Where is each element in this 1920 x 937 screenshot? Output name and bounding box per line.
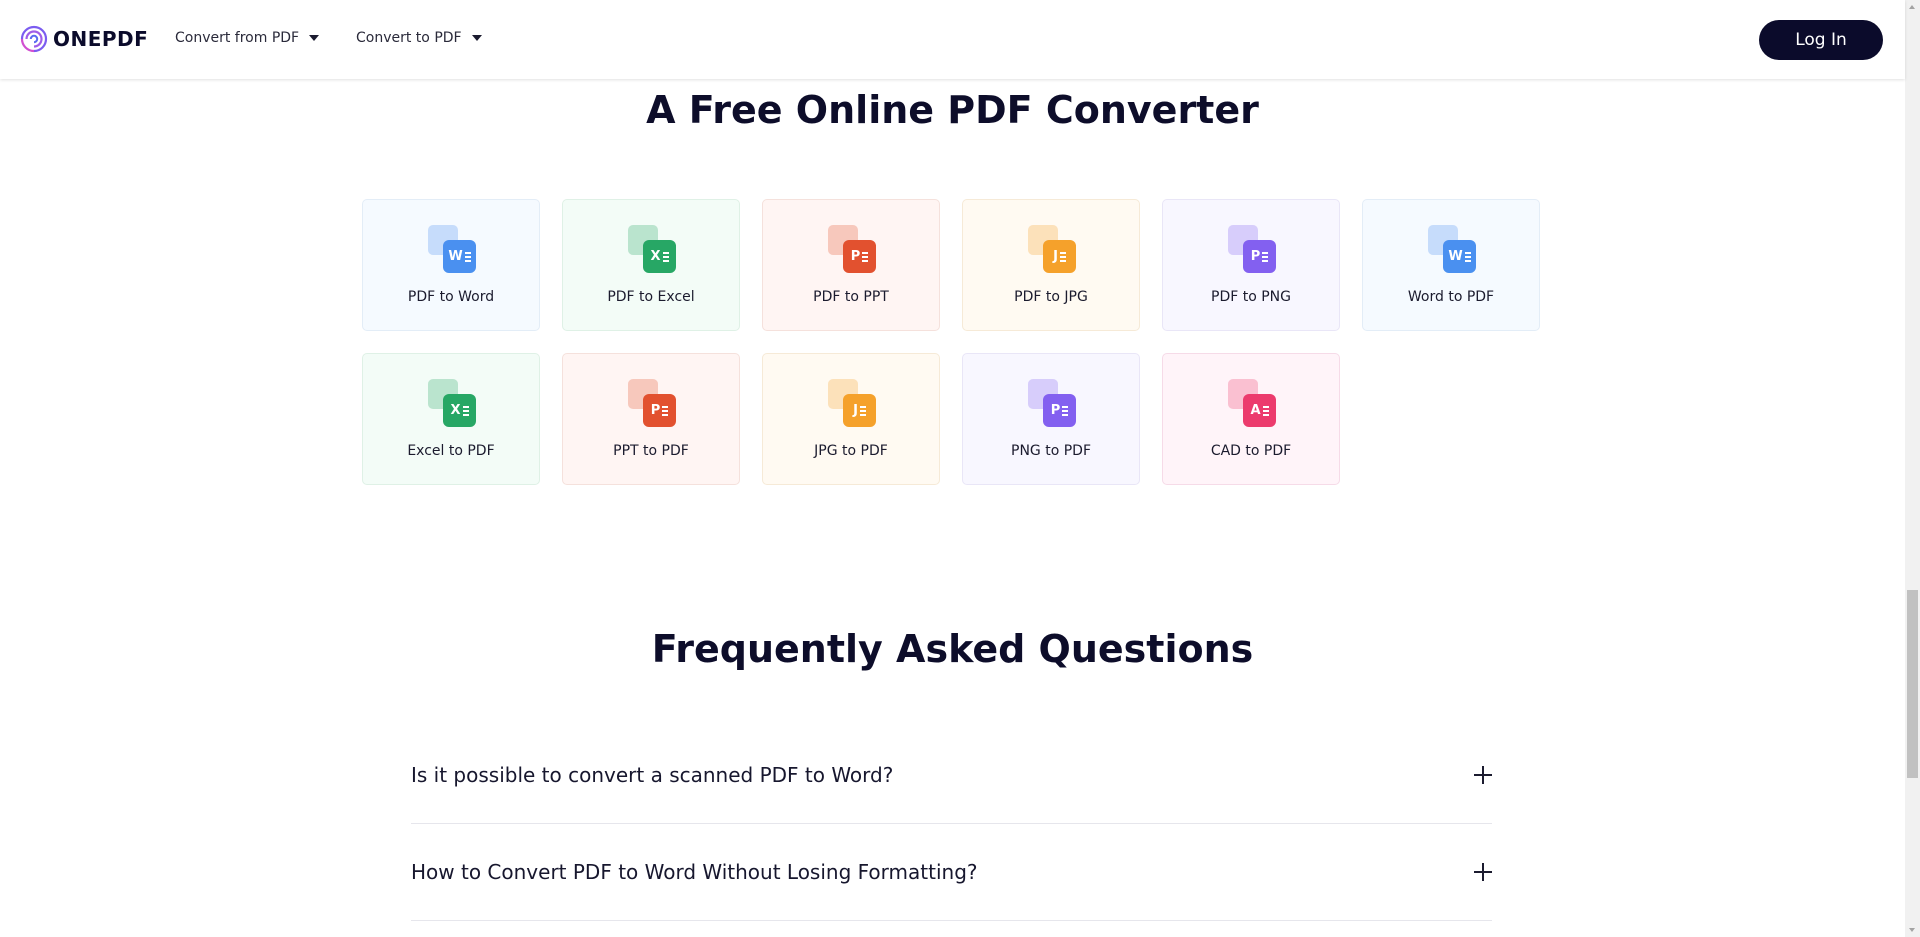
icon-front-sheet: X [643,240,676,273]
tool-card[interactable]: J PDF to JPG [962,199,1140,331]
icon-badge-letter: P [650,403,661,418]
pdf-to-jpg-icon: J [1028,225,1076,273]
onepdf-logo-icon [20,25,48,53]
icon-lines [1059,250,1066,264]
ppt-to-pdf-icon: P [628,379,676,427]
pdf-to-png-icon: P [1228,225,1276,273]
brand-name: ONEPDF [53,27,149,51]
faq-title: Frequently Asked Questions [651,627,1254,671]
nav-convert-to-pdf[interactable]: Convert to PDF [356,30,482,46]
tool-card[interactable]: X PDF to Excel [562,199,740,331]
icon-front-sheet: W [443,240,476,273]
tool-card-label: Excel to PDF [407,443,495,459]
icon-front-sheet: X [443,394,476,427]
icon-badge-letter: X [450,403,461,418]
expand-plus-icon[interactable] [1474,863,1492,881]
logo[interactable]: ONEPDF [20,25,148,53]
tool-card-label: PPT to PDF [613,443,689,459]
icon-front-sheet: J [843,394,876,427]
scroll-down-arrow-icon[interactable] [1909,928,1915,932]
caret-down-icon [309,35,320,41]
icon-badge-letter: P [1050,403,1061,418]
tool-card-label: PNG to PDF [1011,443,1091,459]
pdf-to-ppt-icon: P [828,225,876,273]
cad-to-pdf-icon: A [1228,379,1276,427]
icon-front-sheet: W [1443,240,1476,273]
icon-badge-letter: X [650,249,661,264]
word-to-pdf-icon: W [1428,225,1476,273]
icon-lines [859,404,866,418]
png-to-pdf-icon: P [1028,379,1076,427]
tool-card-label: PDF to Excel [607,289,695,305]
scroll-thumb[interactable] [1907,590,1918,778]
icon-badge-letter: A [1250,403,1261,418]
excel-to-pdf-icon: X [428,379,476,427]
tool-card[interactable]: J JPG to PDF [762,353,940,485]
icon-lines [662,404,669,418]
icon-lines [464,250,471,264]
nav-label: Convert from PDF [175,30,300,46]
icon-badge-letter: J [1053,249,1058,264]
icon-badge-letter: J [853,403,858,418]
tool-card-label: PDF to JPG [1014,289,1088,305]
tool-card[interactable]: W PDF to Word [362,199,540,331]
tool-card[interactable]: P PDF to PPT [762,199,940,331]
icon-front-sheet: P [643,394,676,427]
login-button[interactable]: Log In [1759,20,1883,60]
pdf-to-word-icon: W [428,225,476,273]
icon-front-sheet: J [1043,240,1076,273]
icon-front-sheet: P [1243,240,1276,273]
vertical-scrollbar[interactable] [1905,0,1920,937]
converter-title: A Free Online PDF Converter [646,88,1259,132]
tool-card-label: CAD to PDF [1210,443,1292,459]
tool-card[interactable]: X Excel to PDF [362,353,540,485]
icon-front-sheet: P [1043,394,1076,427]
tool-card[interactable]: P PDF to PNG [1162,199,1340,331]
icon-front-sheet: A [1243,394,1276,427]
icon-badge-letter: W [448,249,463,264]
nav-label: Convert to PDF [356,30,462,46]
tool-card-label: Word to PDF [1407,289,1495,305]
tool-card[interactable]: P PPT to PDF [562,353,740,485]
icon-lines [862,250,869,264]
icon-lines [662,250,669,264]
pdf-to-excel-icon: X [628,225,676,273]
tool-card[interactable]: A CAD to PDF [1162,353,1340,485]
tool-card-label: PDF to PNG [1211,289,1291,305]
icon-lines [462,404,469,418]
icon-front-sheet: P [843,240,876,273]
faq-item[interactable]: Is it possible to convert a scanned PDF … [411,727,1492,824]
icon-badge-letter: W [1448,249,1463,264]
icon-badge-letter: P [1250,249,1261,264]
icon-lines [1464,250,1471,264]
nav-convert-from-pdf[interactable]: Convert from PDF [175,30,320,46]
tool-card[interactable]: W Word to PDF [1362,199,1540,331]
tool-card-label: PDF to Word [407,289,495,305]
tool-card-label: JPG to PDF [814,443,888,459]
icon-badge-letter: P [850,249,861,264]
icon-lines [1262,404,1269,418]
site-header: ONEPDF Convert from PDF Convert to PDF L… [0,0,1905,79]
faq-question: How to Convert PDF to Word Without Losin… [411,860,978,884]
faq-item[interactable]: How to Convert PDF to Word Without Losin… [411,824,1492,921]
expand-plus-icon[interactable] [1474,766,1492,784]
tool-card-label: PDF to PPT [813,289,889,305]
faq-question: Is it possible to convert a scanned PDF … [411,763,894,787]
tool-card[interactable]: P PNG to PDF [962,353,1140,485]
caret-down-icon [471,35,482,41]
icon-lines [1262,250,1269,264]
jpg-to-pdf-icon: J [828,379,876,427]
scroll-up-arrow-icon[interactable] [1909,5,1915,9]
icon-lines [1062,404,1069,418]
